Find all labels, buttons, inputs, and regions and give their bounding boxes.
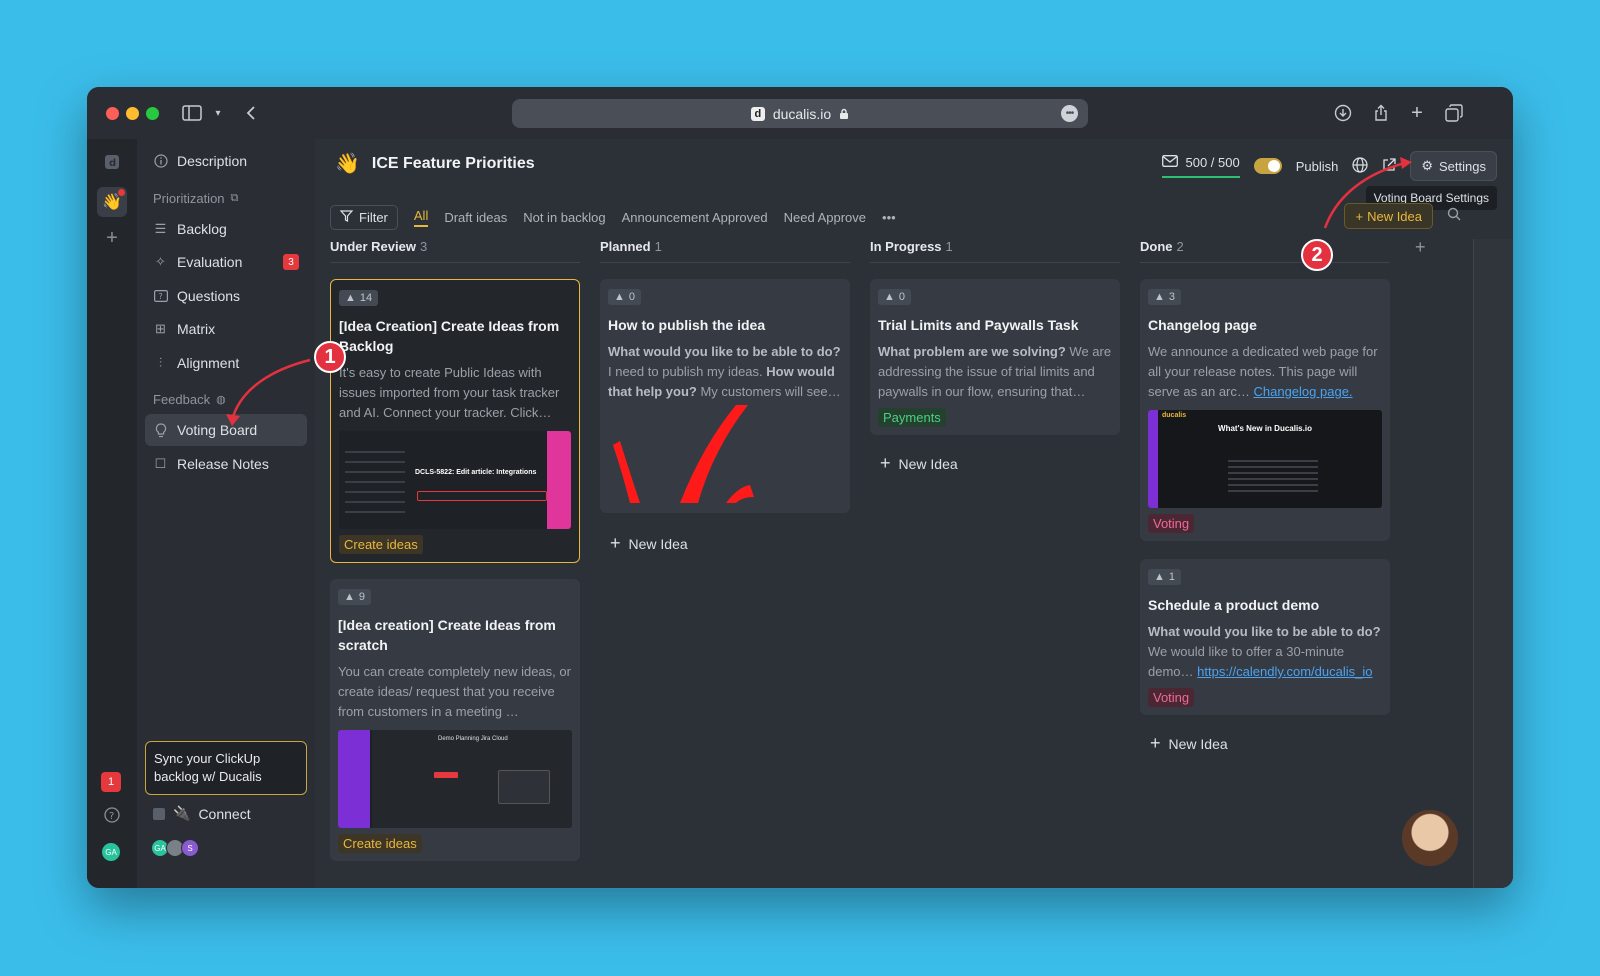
- annotation-marker-1: 1: [314, 341, 346, 373]
- annotation-marker-2: 2: [1301, 239, 1333, 271]
- annotation-arrows: [226, 157, 1412, 426]
- support-chat-avatar[interactable]: [1400, 808, 1460, 868]
